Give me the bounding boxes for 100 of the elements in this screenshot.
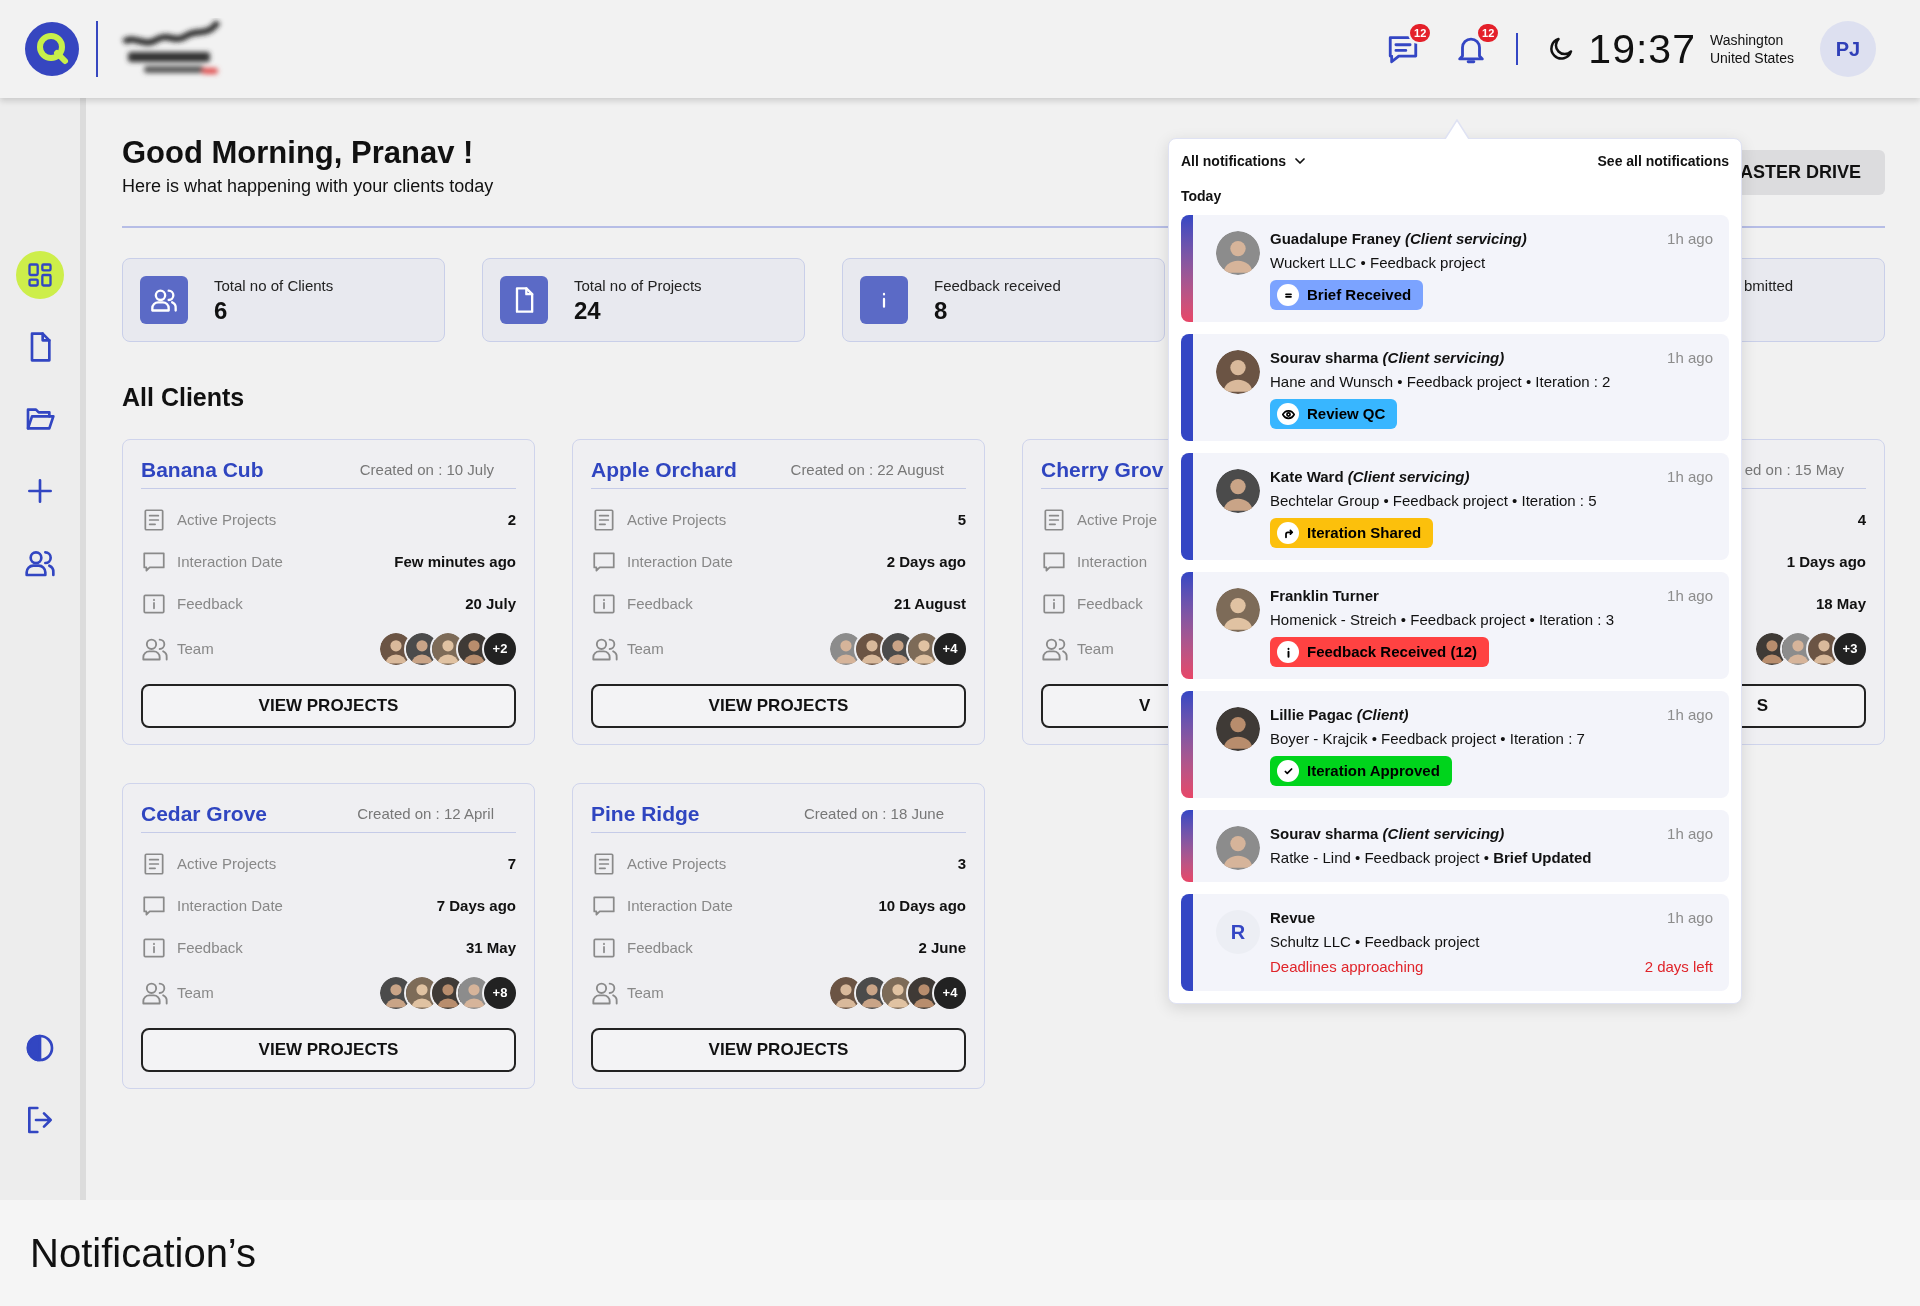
- more-count: +4: [934, 632, 966, 665]
- sender-initial: R: [1216, 910, 1260, 954]
- count-badge: 12: [1476, 22, 1501, 44]
- notification-item[interactable]: Guadalupe Franey (Client servicing) 1h ago Wuckert LLC • Feedback project Brief Received: [1181, 215, 1729, 322]
- row-value: 18 May: [1815, 593, 1866, 614]
- created-date: ed on : 15 May: [1744, 459, 1844, 480]
- document-list-icon: [591, 850, 617, 877]
- view-projects-button[interactable]: VIEW PROJECTS: [141, 683, 516, 728]
- row-value: 20 July: [465, 593, 516, 614]
- row-label: Active Proje: [1077, 509, 1158, 530]
- more-count: +4: [934, 976, 966, 1009]
- more-count: +3: [1834, 632, 1866, 665]
- nav-button[interactable]: [16, 251, 64, 299]
- row-value: 5: [957, 509, 966, 530]
- sender-name: Franklin Turner: [1270, 585, 1379, 606]
- location-text: Washington: [1709, 31, 1785, 49]
- notification-detail: Hane and Wunsch • Feedback project • Iteration : 2: [1270, 372, 1612, 392]
- notification-item[interactable]: Kate Ward (Client servicing) 1h ago Bechtelar Group • Feedback project • Iteration : 5 Iteration Shared: [1181, 453, 1729, 560]
- app-logo[interactable]: [24, 21, 80, 77]
- notification-item[interactable]: Sourav sharma (Client servicing) 1h ago Hane and Wunsch • Feedback project • Iteration : 2 Review QC: [1181, 334, 1729, 441]
- created-date: Created on : 18 June: [803, 803, 944, 824]
- time-ago: 1h ago: [1667, 228, 1713, 249]
- row-label: Team: [1077, 638, 1114, 659]
- client-name[interactable]: Banana Cub: [141, 454, 264, 486]
- section-heading: Today: [1181, 187, 1223, 205]
- row-value: Few minutes ago: [394, 551, 516, 572]
- dashboard-icon: [26, 261, 54, 289]
- row-value: 2: [507, 509, 516, 530]
- created-date: Created on : 10 July: [359, 459, 494, 480]
- view-projects-button[interactable]: VIEW PROJECTS: [141, 1027, 516, 1072]
- row-value: 1 Days ago: [1786, 551, 1866, 572]
- more-count: +2: [484, 632, 516, 665]
- row-label: Interaction Date: [177, 551, 283, 572]
- row-label: Interaction Date: [627, 895, 733, 916]
- sender-name: Sourav sharma (Client servicing): [1270, 347, 1505, 368]
- notification-item[interactable]: Lillie Pagac (Client) 1h ago Boyer - Krajcik • Feedback project • Iteration : 7 Iteration Approved: [1181, 691, 1729, 798]
- stat-label: Total no of Projects: [574, 276, 702, 295]
- stat-value: 8: [934, 297, 949, 324]
- notification-item[interactable]: R Revue 1h ago Schultz LLC • Feedback project Deadlines approaching 2 days left: [1181, 894, 1729, 991]
- row-label: Interaction Date: [177, 895, 283, 916]
- more-count: +8: [484, 976, 516, 1009]
- row-value: 2 Days ago: [886, 551, 966, 572]
- time-ago: 1h ago: [1667, 466, 1713, 487]
- sender-name: Lillie Pagac (Client): [1270, 704, 1409, 725]
- contrast-icon[interactable]: [24, 1032, 56, 1064]
- notification-item[interactable]: Sourav sharma (Client servicing) 1h ago Ratke - Lind • Feedback project • Brief Updated: [1181, 810, 1729, 882]
- user-avatar[interactable]: PJ: [1820, 21, 1876, 77]
- client-name[interactable]: Pine Ridge: [591, 798, 700, 830]
- avatar: [1216, 350, 1260, 394]
- notification-detail: Bechtelar Group • Feedback project • Iteration : 5: [1270, 491, 1598, 511]
- days-left: 2 days left: [1644, 957, 1713, 977]
- avatar: [1216, 707, 1260, 751]
- status-badge: Iteration Approved: [1270, 756, 1452, 786]
- document-list-icon: [1041, 506, 1067, 533]
- row-label: Team: [177, 638, 214, 659]
- row-value: 2 June: [918, 937, 966, 958]
- notification-detail: Wuckert LLC • Feedback project: [1270, 253, 1487, 273]
- status-badge: Review QC: [1270, 399, 1398, 429]
- notification-item[interactable]: Franklin Turner 1h ago Homenick - Streich • Feedback project • Iteration : 3 Feedback Received (12): [1181, 572, 1729, 679]
- row-value: 7: [507, 853, 516, 874]
- stat-value: 6: [214, 297, 229, 324]
- row-value: 4: [1857, 509, 1866, 530]
- status-badge: Iteration Shared: [1270, 518, 1434, 548]
- row-value: 3: [957, 853, 966, 874]
- document-list-icon: [141, 506, 167, 533]
- row-value: 7 Days ago: [436, 895, 516, 916]
- notification-detail: Boyer - Krajcik • Feedback project • Iteration : 7: [1270, 729, 1586, 749]
- row-value: 31 May: [465, 937, 516, 958]
- stat-value: 24: [574, 297, 602, 324]
- deadline-warning: Deadlines approaching: [1270, 957, 1424, 977]
- avatar: [1216, 826, 1260, 870]
- created-date: Created on : 12 April: [357, 803, 494, 824]
- time-ago: 1h ago: [1667, 347, 1713, 368]
- location-text: United States: [1709, 49, 1794, 67]
- sender-name: Revue: [1270, 907, 1316, 928]
- row-label: Team: [627, 638, 664, 659]
- row-label: Active Projects: [177, 509, 277, 530]
- page-caption: Notification’s: [30, 1230, 257, 1277]
- sender-name: Guadalupe Franey (Client servicing): [1270, 228, 1527, 249]
- row-label: Interaction Date: [627, 551, 733, 572]
- row-label: Feedback: [177, 593, 243, 614]
- row-label: Team: [627, 982, 664, 1003]
- row-label: Feedback: [1077, 593, 1143, 614]
- document-list-icon: [141, 850, 167, 877]
- section-title: All Clients: [122, 382, 245, 412]
- client-name[interactable]: Apple Orchard: [591, 454, 737, 486]
- avatar: [1216, 588, 1260, 632]
- row-label: Feedback: [627, 593, 693, 614]
- view-projects-button[interactable]: VIEW PROJECTS: [591, 683, 966, 728]
- client-name[interactable]: Cherry Grov: [1041, 454, 1164, 486]
- greeting-title: Good Morning, Pranav !: [122, 134, 475, 172]
- notification-detail: Schultz LLC • Feedback project: [1270, 932, 1481, 952]
- view-projects-button[interactable]: VIEW PROJECTS: [591, 1027, 966, 1072]
- greeting-subtitle: Here is what happening with your clients today: [122, 175, 494, 198]
- notification-detail: Ratke - Lind • Feedback project • Brief Updated: [1270, 848, 1593, 868]
- row-value: 21 August: [894, 593, 966, 614]
- row-label: Active Projects: [177, 853, 277, 874]
- filter-dropdown[interactable]: All notifications: [1181, 150, 1308, 172]
- client-name[interactable]: Cedar Grove: [141, 798, 268, 830]
- stat-label: Feedback received: [934, 276, 1061, 295]
